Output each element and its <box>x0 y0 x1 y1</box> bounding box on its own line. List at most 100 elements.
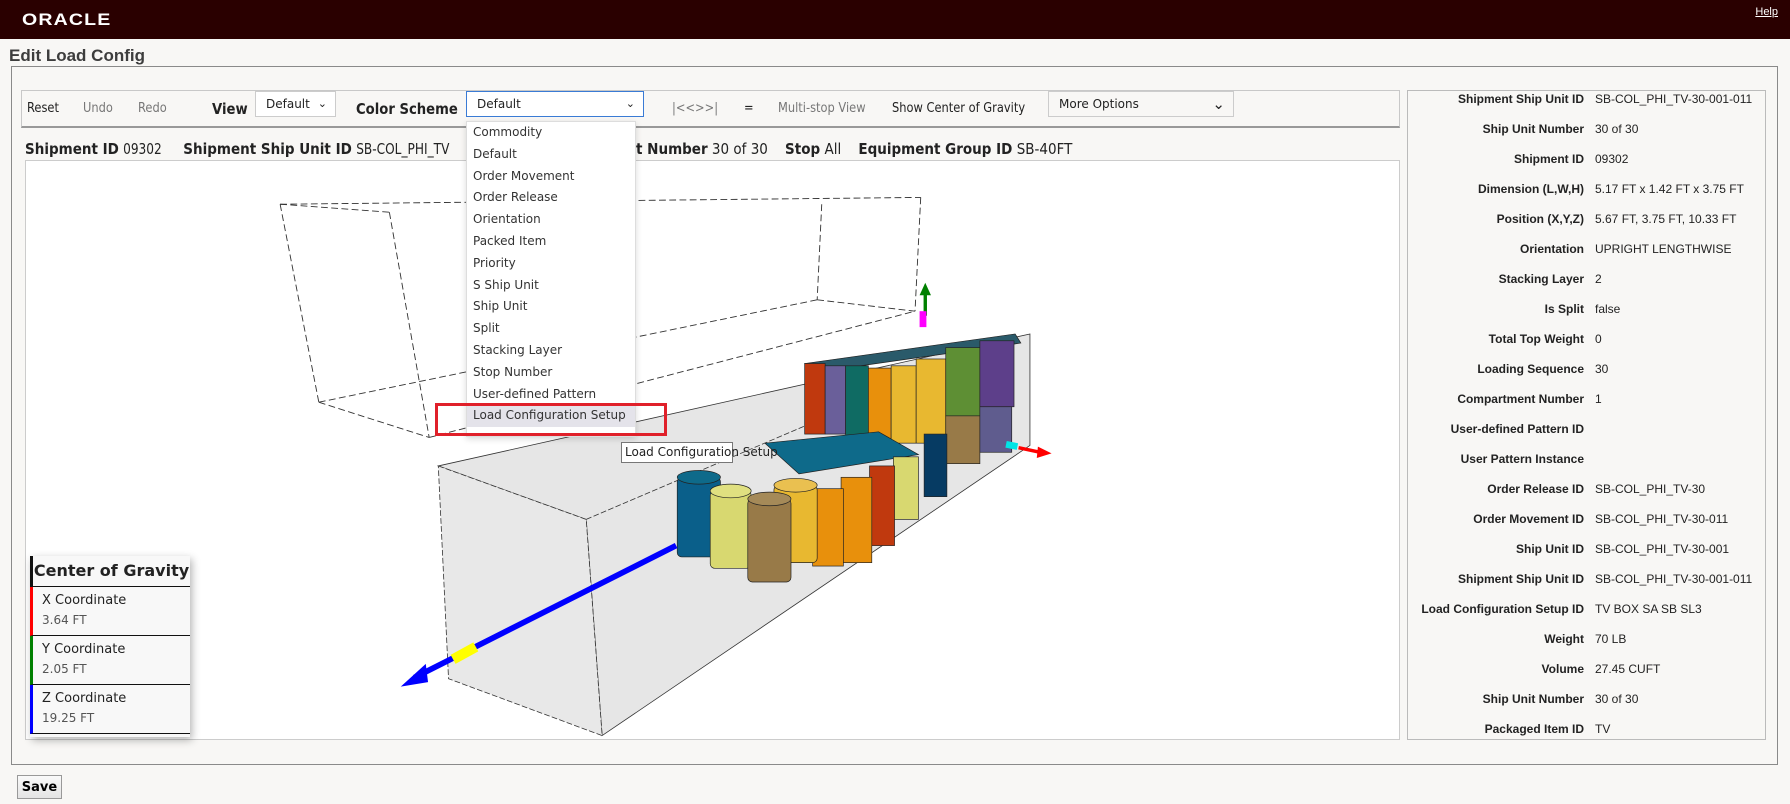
detail-label: Weight <box>1544 632 1584 646</box>
detail-row: Shipment Ship Unit ID SB-COL_PHI_TV-30-00… <box>1408 572 1767 592</box>
detail-label: Shipment ID <box>1513 152 1584 166</box>
detail-value: 30 <box>1595 362 1609 376</box>
ssu-label: Shipment Ship Unit ID <box>183 140 352 158</box>
cog-coordinate-label: Z Coordinate <box>42 691 127 706</box>
detail-row: Volume 27.45 CUFT <box>1408 662 1767 682</box>
color-scheme-option[interactable]: Commodity <box>467 122 635 144</box>
box <box>945 415 981 464</box>
top-header-bar: ORACLE Help <box>0 0 1790 39</box>
detail-label: Order Release ID <box>1487 482 1584 496</box>
cog-x-marker <box>1005 440 1019 450</box>
color-scheme-option[interactable]: Ship Unit <box>467 296 635 318</box>
box <box>869 465 895 546</box>
reset-button[interactable]: Reset <box>27 91 59 127</box>
oracle-logo: ORACLE <box>22 10 112 29</box>
detail-value: SB-COL_PHI_TV-30-001-011 <box>1595 572 1753 586</box>
color-scheme-option[interactable]: Stacking Layer <box>467 340 635 362</box>
color-scheme-option[interactable]: Priority <box>467 253 635 275</box>
detail-value: 0 <box>1595 332 1602 346</box>
box <box>923 433 948 497</box>
more-options-value: More Options <box>1059 97 1139 111</box>
detail-value: 27.45 CUFT <box>1595 662 1661 676</box>
ssu-value: SB-COL_PHI_TV <box>356 140 450 158</box>
cog-row: Y Coordinate 2.05 FT <box>30 636 190 685</box>
equals-button[interactable]: = <box>744 91 754 127</box>
detail-label: Is Split <box>1544 302 1584 316</box>
detail-value: 09302 <box>1595 152 1629 166</box>
show-center-of-gravity-button[interactable]: Show Center of Gravity <box>892 91 1025 127</box>
box <box>868 367 892 439</box>
y-arrow-head-icon <box>919 282 931 296</box>
detail-value: 1 <box>1595 392 1602 406</box>
ship-unit-details-panel: Shipment Ship Unit ID SB-COL_PHI_TV-30-00… <box>1407 90 1766 740</box>
detail-value: SB-COL_PHI_TV-30-011 <box>1595 512 1729 526</box>
detail-row: Orientation UPRIGHT LENGTHWISE <box>1408 242 1767 262</box>
redo-button[interactable]: Redo <box>138 91 167 127</box>
detail-row: Ship Unit Number 30 of 30 <box>1408 122 1767 142</box>
detail-value: 5.17 FT x 1.42 FT x 3.75 FT <box>1595 182 1744 196</box>
color-scheme-value: Default <box>477 97 521 111</box>
detail-value: false <box>1595 302 1621 316</box>
cog-coordinate-value: 3.64 FT <box>42 613 87 627</box>
color-scheme-option[interactable]: Split <box>467 318 635 340</box>
cog-coordinate-value: 19.25 FT <box>42 711 95 725</box>
color-scheme-option[interactable]: Stop Number <box>467 362 635 384</box>
color-scheme-dropdown-list[interactable]: Commodity Default Order Movement Order Rele… <box>466 121 636 437</box>
more-options-select[interactable]: More Options ⌄ <box>1048 91 1234 117</box>
cog-title: Center of Gravity <box>30 556 190 587</box>
detail-value: TV <box>1595 722 1611 736</box>
help-link[interactable]: Help <box>1755 6 1778 18</box>
color-scheme-option[interactable]: Order Movement <box>467 166 635 188</box>
color-scheme-option[interactable]: Default <box>467 144 635 166</box>
detail-value: 30 of 30 <box>1595 692 1639 706</box>
detail-label: Orientation <box>1519 242 1584 256</box>
detail-row: Ship Unit Number 30 of 30 <box>1408 692 1767 712</box>
detail-label: Order Movement ID <box>1473 512 1584 526</box>
color-scheme-option[interactable]: Orientation <box>467 209 635 231</box>
color-scheme-select[interactable]: Default ⌄ <box>466 91 644 117</box>
undo-button[interactable]: Undo <box>83 91 113 127</box>
detail-row: Total Top Weight 0 <box>1408 332 1767 352</box>
cog-coordinate-label: Y Coordinate <box>42 642 126 657</box>
box <box>824 365 846 435</box>
detail-value: 2 <box>1595 272 1602 286</box>
detail-label: Stacking Layer <box>1498 272 1584 286</box>
detail-row: Order Release ID SB-COL_PHI_TV-30 <box>1408 482 1767 502</box>
z-arrow-head-icon <box>400 663 429 687</box>
color-scheme-option[interactable]: Packed Item <box>467 231 635 253</box>
detail-label: Load Configuration Setup ID <box>1421 602 1584 616</box>
detail-label: Shipment Ship Unit ID <box>1458 572 1584 586</box>
color-scheme-option[interactable]: Order Release <box>467 187 635 209</box>
box <box>845 365 869 437</box>
cylinder <box>709 490 752 569</box>
detail-value: TV BOX SA SB SL3 <box>1595 602 1702 616</box>
detail-row: Ship Unit ID SB-COL_PHI_TV-30-001 <box>1408 542 1767 562</box>
detail-value: 70 LB <box>1595 632 1627 646</box>
detail-row: Position (X,Y,Z) 5.67 FT, 3.75 FT, 10.33 … <box>1408 212 1767 232</box>
cog-coordinate-label: X Coordinate <box>42 593 127 608</box>
box <box>893 456 919 520</box>
box <box>840 476 873 563</box>
tooltip: Load Configuration Setup <box>621 442 778 463</box>
detail-row: Dimension (L,W,H) 5.17 FT x 1.42 FT x 3.7… <box>1408 182 1767 202</box>
detail-row: Is Split false <box>1408 302 1767 322</box>
view-select-value: Default <box>266 97 310 111</box>
center-of-gravity-panel: Center of Gravity X Coordinate 3.64 FT Y C… <box>30 556 190 737</box>
save-button[interactable]: Save <box>17 775 62 799</box>
navigate-stops-button[interactable]: |<<>>| <box>672 91 718 127</box>
detail-row: Compartment Number 1 <box>1408 392 1767 412</box>
detail-row: Packaged Item ID TV <box>1408 722 1767 742</box>
shipment-id-value: 09302 <box>123 140 162 158</box>
detail-row: Order Movement ID SB-COL_PHI_TV-30-011 <box>1408 512 1767 532</box>
detail-label: User-defined Pattern ID <box>1450 422 1584 436</box>
cog-row: X Coordinate 3.64 FT <box>30 587 190 636</box>
color-scheme-option[interactable]: S Ship Unit <box>467 275 635 297</box>
chevron-down-icon: ⌄ <box>625 97 635 110</box>
cog-coordinate-value: 2.05 FT <box>42 662 87 676</box>
detail-label: Ship Unit Number <box>1482 692 1584 706</box>
detail-value: SB-COL_PHI_TV-30 <box>1595 482 1706 496</box>
detail-label: Packaged Item ID <box>1484 722 1584 736</box>
view-select[interactable]: Default ⌄ <box>255 91 336 117</box>
x-arrow-head-icon <box>1036 446 1052 458</box>
multi-stop-view-button[interactable]: Multi-stop View <box>778 91 866 127</box>
